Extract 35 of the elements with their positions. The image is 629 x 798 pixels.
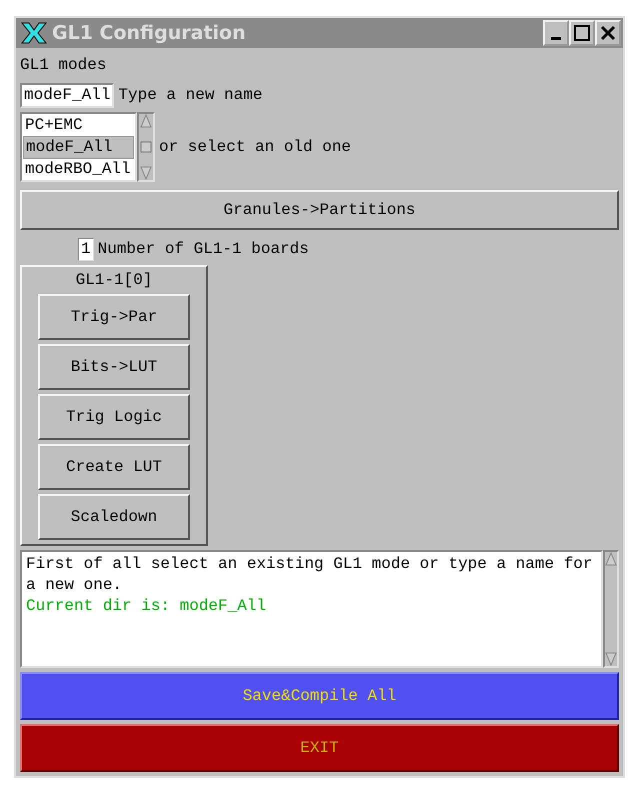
list-item[interactable]: PC+EMC bbox=[23, 114, 134, 136]
window-title: GL1 Configuration bbox=[52, 20, 246, 46]
board-action-button[interactable]: Scaledown bbox=[38, 494, 190, 540]
log-line: First of all select an existing GL1 mode or type a name for a new one. bbox=[26, 554, 594, 596]
close-icon bbox=[600, 25, 616, 41]
boards-label: Number of GL1-1 boards bbox=[98, 240, 309, 260]
close-button[interactable] bbox=[595, 20, 621, 46]
board-group-title: GL1-1[0] bbox=[74, 271, 154, 290]
scroll-down-icon[interactable] bbox=[140, 166, 152, 180]
section-label: GL1 modes bbox=[20, 56, 108, 76]
list-hint: or select an old one bbox=[159, 138, 352, 157]
scroll-up-icon[interactable] bbox=[605, 552, 617, 566]
exit-button[interactable]: EXIT bbox=[20, 724, 619, 772]
scroll-thumb[interactable] bbox=[140, 141, 152, 154]
boards-input-field[interactable]: 1 bbox=[78, 238, 94, 262]
name-input-field[interactable]: modeF_All bbox=[20, 83, 114, 108]
granules-partitions-button[interactable]: Granules->Partitions bbox=[20, 190, 619, 230]
scrollbar[interactable] bbox=[137, 112, 155, 182]
scroll-down-icon[interactable] bbox=[605, 652, 617, 666]
log-scrollbar[interactable] bbox=[603, 550, 619, 668]
maximize-icon bbox=[574, 25, 590, 41]
list-item[interactable]: modeRBO_All bbox=[23, 158, 134, 180]
board-action-button[interactable]: Bits->LUT bbox=[38, 344, 190, 390]
board-action-button[interactable]: Trig->Par bbox=[38, 294, 190, 340]
board-action-button[interactable]: Create LUT bbox=[38, 444, 190, 490]
board-action-button[interactable]: Trig Logic bbox=[38, 394, 190, 440]
scroll-up-icon[interactable] bbox=[140, 114, 152, 128]
minimize-icon bbox=[551, 36, 561, 40]
save-compile-button[interactable]: Save&Compile All bbox=[20, 672, 619, 720]
log-line: Current dir is: modeF_All bbox=[26, 596, 268, 617]
list-item[interactable]: modeF_All bbox=[23, 136, 134, 159]
minimize-button[interactable] bbox=[543, 20, 569, 46]
maximize-button[interactable] bbox=[569, 20, 595, 46]
name-hint: Type a new name bbox=[118, 86, 262, 106]
x-logo-icon bbox=[20, 22, 48, 44]
